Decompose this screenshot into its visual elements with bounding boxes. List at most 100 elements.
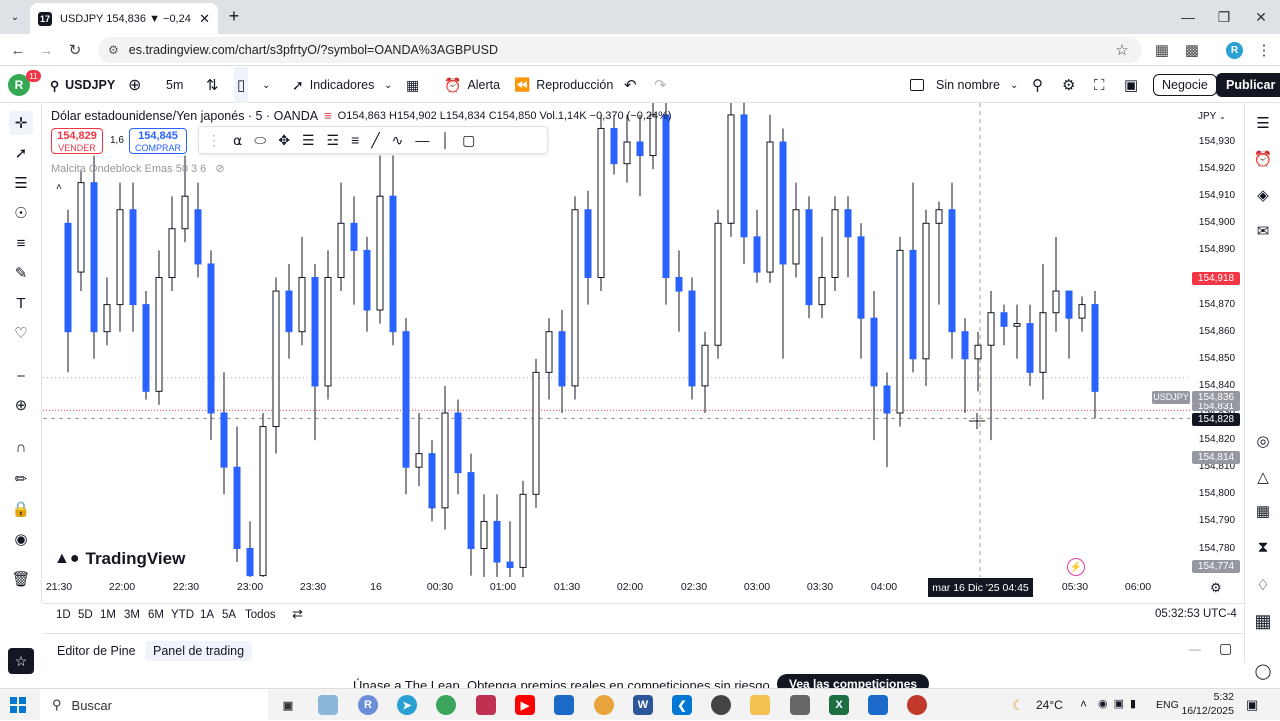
excel-icon[interactable]: X [829, 695, 849, 715]
range-1d-button[interactable]: 1D [56, 609, 71, 621]
notification-center-icon[interactable]: ▣ [1246, 697, 1258, 713]
triangle-icon[interactable]: △ [1251, 465, 1275, 489]
watchlist-star-icon[interactable]: ☆ [8, 648, 34, 674]
hidden-eye-icon[interactable]: ⊘ [215, 163, 224, 175]
minimize-panel-icon[interactable]: — [1189, 642, 1201, 656]
publish-button[interactable]: Publicar [1216, 67, 1280, 103]
rectangle-tool-icon[interactable]: ▢ [462, 132, 475, 149]
app-fx-icon[interactable] [476, 695, 496, 715]
forward-icon[interactable]: → [34, 38, 58, 62]
pine-editor-tab[interactable]: Editor de Pine [49, 641, 144, 661]
magnet-icon[interactable]: ∩ [9, 435, 33, 459]
indicators-button[interactable]: ➚ Indicadores [292, 67, 374, 103]
minimize-icon[interactable]: — [1170, 0, 1206, 34]
bookmark-star-icon[interactable]: ☆ [1110, 38, 1134, 62]
range-5d-button[interactable]: 5D [78, 609, 93, 621]
alerts-clock-icon[interactable]: ⏰ [1251, 147, 1275, 171]
chrome-icon[interactable] [594, 695, 614, 715]
crosshair-icon[interactable]: ✛ [9, 111, 33, 135]
price-scale[interactable]: JPY ⌄ 154,930 154,920 154,910 154,900 154,89… [1190, 103, 1244, 577]
horizontal-ray-icon[interactable]: — [415, 132, 429, 148]
range-6m-button[interactable]: 6M [148, 609, 164, 621]
currency-label[interactable]: JPY ⌄ [1198, 111, 1226, 122]
app-icon-1[interactable] [318, 695, 338, 715]
tray-icons[interactable]: ◉▣▮ [1098, 697, 1142, 710]
broadcast-icon[interactable]: ⧗ [1251, 535, 1275, 559]
telegram-icon[interactable]: ➤ [397, 695, 417, 715]
fullscreen-icon[interactable]: ⛶ [1094, 67, 1105, 103]
help-icon[interactable]: ◯ [1251, 659, 1275, 683]
language-label[interactable]: ENG [1156, 699, 1179, 711]
puzzle-icon[interactable]: ▩ [1180, 38, 1204, 62]
shape-tool-icon[interactable]: ⬭ [254, 132, 266, 149]
trading-panel-tab[interactable]: Panel de trading [145, 641, 253, 661]
range-3m-button[interactable]: 3M [124, 609, 140, 621]
app-gray-icon[interactable] [790, 695, 810, 715]
layouts-icon[interactable]: ▦ [406, 67, 419, 103]
bell-icon[interactable]: ♢ [1251, 573, 1275, 597]
browser-menu-icon[interactable]: ⋮ [1252, 38, 1276, 62]
maximize-panel-icon[interactable]: ▢ [1219, 640, 1232, 657]
range-5a-button[interactable]: 5A [222, 609, 236, 621]
bar-type-icon[interactable]: ⇅ [206, 67, 219, 103]
target-icon[interactable]: ◎ [1251, 429, 1275, 453]
tab-search-button[interactable]: ⌄ [6, 8, 24, 26]
horizontal-lines-icon[interactable]: ☰ [9, 171, 33, 195]
app-red-icon[interactable] [907, 695, 927, 715]
undo-icon[interactable]: ↶ [624, 67, 637, 103]
app-blue-icon[interactable] [554, 695, 574, 715]
back-icon[interactable]: ← [6, 38, 30, 62]
calendar-icon[interactable]: ▦ [1251, 499, 1275, 523]
range-ytd-button[interactable]: YTD [171, 609, 194, 621]
chat-icon[interactable]: ✉ [1251, 219, 1275, 243]
settings-icon[interactable]: ⚙ [1062, 67, 1075, 103]
utc-clock[interactable]: 05:32:53 UTC-4 [1155, 608, 1237, 620]
app-ring-icon[interactable] [436, 695, 456, 715]
address-bar[interactable]: ⚙ es.tradingview.com/chart/s3pfrtyO/?sym… [98, 37, 1142, 63]
fib-channel-icon[interactable]: ☰ [302, 132, 315, 149]
taskbar-search[interactable]: ⚲ Buscar [40, 689, 268, 721]
fib-icon[interactable]: ≡ [9, 231, 33, 255]
pitchfork-tool-icon[interactable]: ⍺ [233, 132, 242, 149]
snapshot-icon[interactable]: ▣ [1124, 67, 1138, 103]
restore-icon[interactable]: ❐ [1206, 0, 1242, 34]
candles-type-icon[interactable]: ▯ [234, 67, 249, 103]
brush-icon[interactable]: ✎ [9, 261, 33, 285]
scale-settings-icon[interactable]: ⚙ [1210, 580, 1222, 596]
word-icon[interactable]: W [633, 695, 653, 715]
trash-icon[interactable]: 🗑 [9, 567, 33, 591]
pencil-lock-icon[interactable]: ✏ [9, 467, 33, 491]
browser-tab[interactable]: 17 USDJPY 154,836 ▼ −0,24% Sin ✕ [30, 3, 218, 34]
windows-start-icon[interactable] [10, 697, 26, 713]
interval-button[interactable]: 5m [166, 67, 183, 103]
eye-icon[interactable]: ◉ [9, 527, 33, 551]
site-info-icon[interactable]: ⚙ [108, 43, 119, 57]
layout-name-button[interactable]: Sin nombre ⌄ [910, 67, 1018, 103]
range-1m-button[interactable]: 1M [100, 609, 116, 621]
apps-grid-icon[interactable]: ▦ [1251, 609, 1275, 633]
tray-chevron-icon[interactable]: ˄ [1080, 697, 1087, 711]
vertical-line-icon[interactable]: │ [441, 132, 450, 148]
fib-retracement-icon[interactable]: ≡ [351, 132, 359, 148]
reload-icon[interactable]: ↻ [63, 38, 87, 62]
app-r-icon[interactable]: R [358, 695, 378, 715]
chart-type-dropdown-icon[interactable]: ⌄ [262, 67, 270, 103]
indicator-legend[interactable]: Malcita Ondeblock Emas 50 3 6 ⊘ [51, 162, 225, 175]
zoom-in-icon[interactable]: ⊕ [9, 393, 33, 417]
close-tab-icon[interactable]: ✕ [199, 11, 210, 27]
new-tab-button[interactable]: + [224, 6, 244, 26]
vscode-icon[interactable]: ❮ [672, 695, 692, 715]
path-tool-icon[interactable]: ∿ [392, 132, 404, 149]
extension-icon[interactable]: ▦ [1150, 38, 1174, 62]
indicators-dropdown-icon[interactable]: ⌄ [384, 67, 392, 103]
replay-button[interactable]: ⏪ Reproducción [514, 67, 613, 103]
date-range-icon[interactable]: ⇄ [292, 606, 303, 622]
quick-search-icon[interactable]: ⚲ [1032, 67, 1043, 103]
weather-temp[interactable]: 24°C [1036, 698, 1063, 712]
ruler-icon[interactable]: ⎯ [9, 363, 33, 387]
profile-avatar[interactable]: R [1226, 42, 1243, 59]
parallel-channel-icon[interactable]: ☲ [327, 132, 340, 149]
line-tool-icon[interactable]: ╱ [371, 132, 379, 149]
trade-button[interactable]: Negocie [1153, 67, 1217, 103]
range-1a-button[interactable]: 1A [200, 609, 214, 621]
